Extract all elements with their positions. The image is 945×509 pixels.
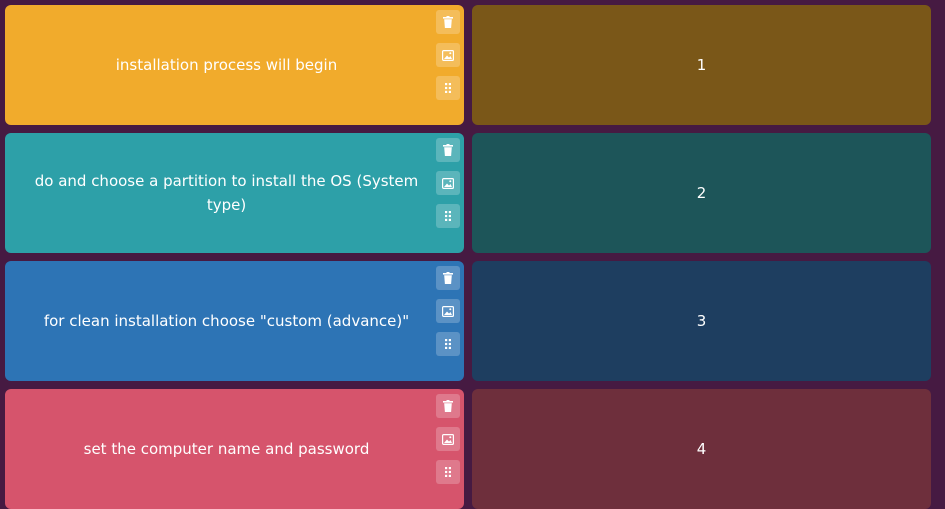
add-image-button[interactable] bbox=[436, 43, 460, 67]
image-icon bbox=[442, 433, 454, 445]
drag-handle-icon bbox=[445, 83, 451, 93]
add-image-button[interactable] bbox=[436, 299, 460, 323]
match-card[interactable]: 3 bbox=[472, 261, 931, 381]
image-icon bbox=[442, 49, 454, 61]
statement-card[interactable]: for clean installation choose "custom (a… bbox=[5, 261, 464, 381]
add-image-button[interactable] bbox=[436, 427, 460, 451]
drag-handle-button[interactable] bbox=[436, 76, 460, 100]
delete-button[interactable] bbox=[436, 10, 460, 34]
drag-handle-icon bbox=[445, 211, 451, 221]
card-tools bbox=[436, 394, 460, 493]
drag-handle-button[interactable] bbox=[436, 460, 460, 484]
match-card[interactable]: 2 bbox=[472, 133, 931, 253]
card-tools bbox=[436, 266, 460, 365]
match-number: 4 bbox=[696, 440, 707, 458]
card-tools bbox=[436, 138, 460, 237]
add-image-button[interactable] bbox=[436, 171, 460, 195]
drag-handle-button[interactable] bbox=[436, 204, 460, 228]
statement-text: installation process will begin bbox=[115, 56, 338, 74]
delete-button[interactable] bbox=[436, 394, 460, 418]
match-card[interactable]: 1 bbox=[472, 5, 931, 125]
pair-row: for clean installation choose "custom (a… bbox=[0, 261, 945, 381]
statement-card[interactable]: installation process will begin bbox=[5, 5, 464, 125]
image-icon bbox=[442, 177, 454, 189]
statement-text: set the computer name and password bbox=[83, 440, 370, 458]
trash-icon bbox=[443, 272, 453, 284]
statement-card[interactable]: set the computer name and password bbox=[5, 389, 464, 509]
drag-handle-icon bbox=[445, 467, 451, 477]
trash-icon bbox=[443, 16, 453, 28]
statement-card[interactable]: do and choose a partition to install the… bbox=[5, 133, 464, 253]
match-card[interactable]: 4 bbox=[472, 389, 931, 509]
trash-icon bbox=[443, 400, 453, 412]
card-tools bbox=[436, 10, 460, 109]
drag-handle-button[interactable] bbox=[436, 332, 460, 356]
pair-row: set the computer name and password 4 bbox=[0, 389, 945, 509]
image-icon bbox=[442, 305, 454, 317]
delete-button[interactable] bbox=[436, 266, 460, 290]
delete-button[interactable] bbox=[436, 138, 460, 162]
match-number: 2 bbox=[696, 184, 707, 202]
drag-handle-icon bbox=[445, 339, 451, 349]
match-number: 1 bbox=[696, 56, 707, 74]
pair-row: do and choose a partition to install the… bbox=[0, 133, 945, 253]
trash-icon bbox=[443, 144, 453, 156]
match-number: 3 bbox=[696, 312, 707, 330]
statement-text: do and choose a partition to install the… bbox=[34, 172, 419, 214]
statement-text: for clean installation choose "custom (a… bbox=[43, 312, 410, 330]
pair-row: installation process will begin 1 bbox=[0, 5, 945, 125]
